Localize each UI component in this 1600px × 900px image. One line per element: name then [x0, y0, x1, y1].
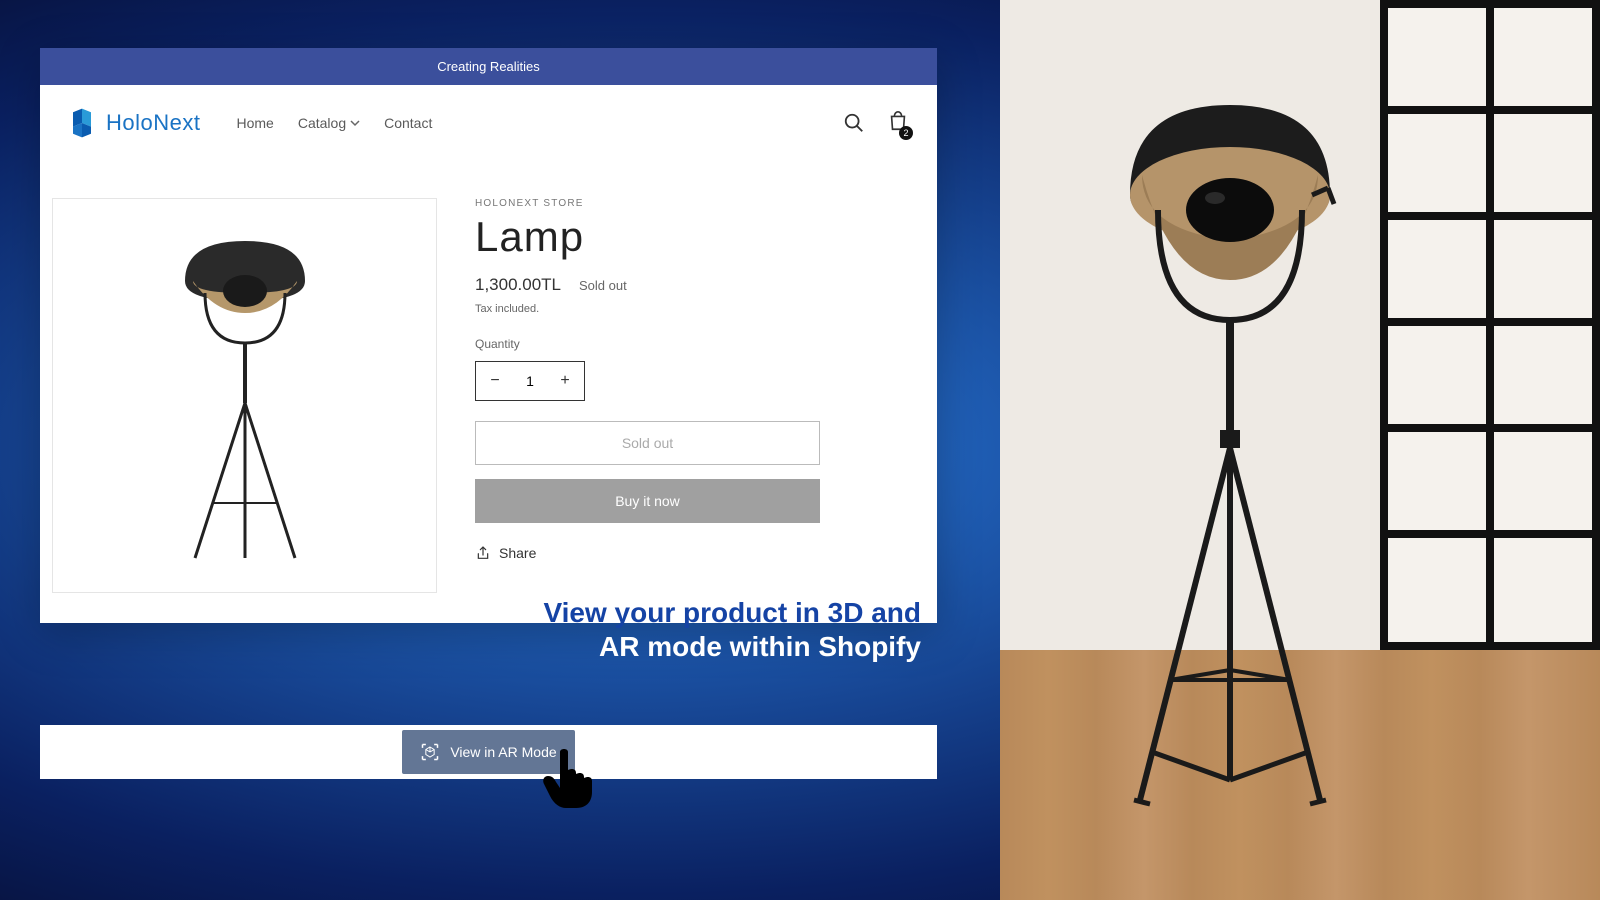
nav-catalog[interactable]: Catalog [298, 115, 360, 131]
quantity-label: Quantity [475, 337, 897, 351]
nav-contact[interactable]: Contact [384, 115, 432, 131]
hand-cursor-icon [538, 748, 596, 810]
store-screenshot: Creating Realities HoloNext Home Catalog… [40, 48, 937, 623]
cart-count-badge: 2 [899, 126, 913, 140]
room-render [1000, 0, 1600, 900]
store-nav: HoloNext Home Catalog Contact [40, 85, 937, 162]
product-price: 1,300.00TL [475, 275, 561, 295]
tagline-line-1: View your product in 3D and [40, 597, 921, 629]
logo-text: HoloNext [106, 110, 200, 136]
lamp-illustration [145, 223, 345, 568]
buy-now-button[interactable]: Buy it now [475, 479, 820, 523]
ar-lamp-render [1070, 80, 1390, 820]
product-title: Lamp [475, 213, 897, 261]
product-section: HOLONEXT STORE Lamp 1,300.00TL Sold out … [40, 162, 937, 623]
logo-icon [64, 105, 100, 141]
product-image[interactable] [52, 198, 437, 593]
quantity-decrease-button[interactable]: − [476, 362, 514, 400]
room-divider [1380, 0, 1600, 650]
ar-button-bar: View in AR Mode [40, 725, 937, 779]
nav-home[interactable]: Home [236, 115, 273, 131]
chevron-down-icon [350, 118, 360, 128]
marketing-left-panel: Creating Realities HoloNext Home Catalog… [0, 0, 1000, 900]
quantity-value[interactable]: 1 [514, 362, 546, 400]
store-logo[interactable]: HoloNext [64, 105, 200, 141]
product-vendor: HOLONEXT STORE [475, 198, 897, 209]
quantity-stepper: − 1 + [475, 361, 585, 401]
announcement-bar: Creating Realities [40, 48, 937, 85]
cart-button[interactable]: 2 [887, 110, 909, 137]
tax-included-note: Tax included. [475, 303, 897, 315]
search-icon[interactable] [843, 112, 865, 134]
marketing-tagline: View your product in 3D and AR mode with… [40, 597, 937, 663]
add-to-cart-button: Sold out [475, 421, 820, 465]
share-icon [475, 545, 491, 561]
tagline-line-2: AR mode within Shopify [40, 631, 921, 663]
quantity-increase-button[interactable]: + [546, 362, 584, 400]
share-button[interactable]: Share [475, 545, 897, 561]
product-info: HOLONEXT STORE Lamp 1,300.00TL Sold out … [475, 198, 897, 593]
soldout-label: Sold out [579, 278, 627, 293]
ar-icon [420, 742, 440, 762]
ar-preview-panel [1000, 0, 1600, 900]
